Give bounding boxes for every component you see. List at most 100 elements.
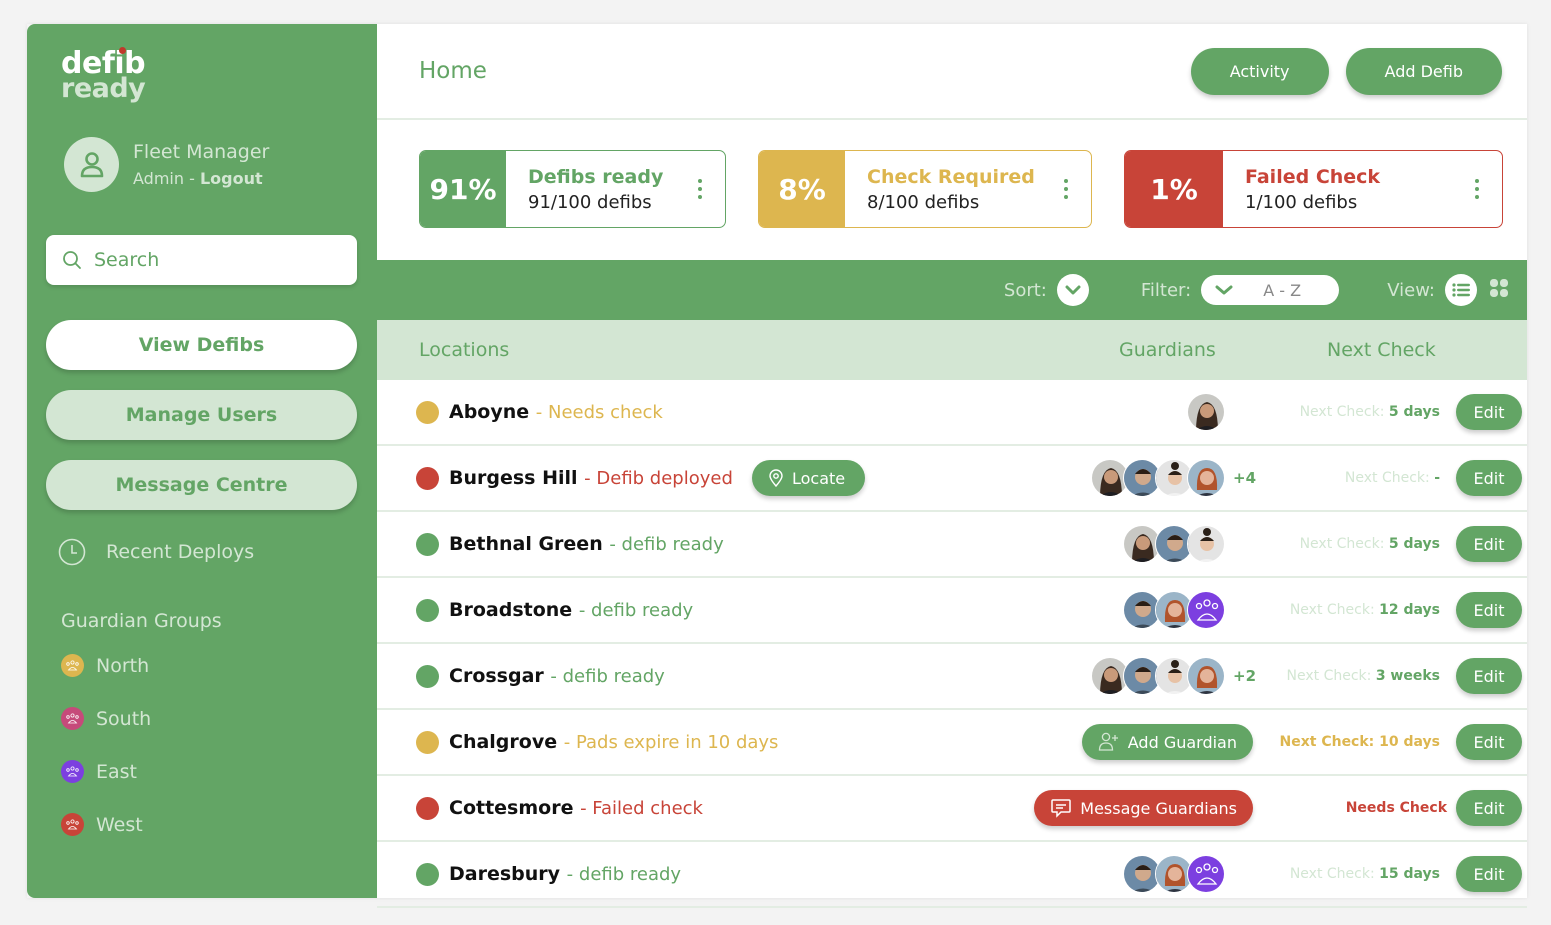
group-north[interactable]: North <box>61 654 149 677</box>
guardian-group-avatar[interactable] <box>1187 855 1225 893</box>
group-east[interactable]: East <box>61 760 137 783</box>
status-dot <box>416 796 439 820</box>
search-input[interactable] <box>94 249 334 271</box>
column-header-guardians[interactable]: Guardians <box>1119 339 1216 361</box>
main-content: Home Activity Add Defib 91% Defibs ready… <box>377 24 1527 908</box>
stat-percent: 1% <box>1125 151 1223 227</box>
guardian-avatars[interactable]: +4 <box>1091 459 1256 497</box>
table-row[interactable]: Bethnal Green - defib ready Next Check: 5… <box>377 512 1527 578</box>
guardian-avatars[interactable] <box>1123 525 1255 563</box>
location-label: Burgess Hill <box>449 467 578 489</box>
group-west[interactable]: West <box>61 813 143 836</box>
logout-link[interactable]: Logout <box>200 169 263 188</box>
search-icon <box>63 251 81 269</box>
table-row[interactable]: Broadstone - defib ready Next Check: 12 d… <box>377 578 1527 644</box>
avatar <box>64 137 119 192</box>
stat-card-check-required: 8% Check Required 8/100 defibs <box>758 150 1092 228</box>
message-centre-button[interactable]: Message Centre <box>46 460 357 510</box>
view-defibs-button[interactable]: View Defibs <box>46 320 357 370</box>
location-name[interactable]: Bethnal Green - defib ready <box>449 533 724 555</box>
location-name[interactable]: Crossgar - defib ready <box>449 665 665 687</box>
location-name[interactable]: Chalgrove - Pads expire in 10 days <box>449 731 778 753</box>
message-guardians-button[interactable]: Message Guardians <box>1034 790 1253 826</box>
location-name[interactable]: Burgess Hill - Defib deployed <box>449 467 733 489</box>
column-header-next-check[interactable]: Next Check <box>1327 339 1436 361</box>
next-check-label: Next Check: <box>1286 668 1376 684</box>
stat-label: Check Required <box>867 165 1035 188</box>
more-menu-button[interactable] <box>1452 151 1502 227</box>
group-label: East <box>96 760 137 783</box>
next-check: Needs Check <box>1345 800 1447 816</box>
edit-button[interactable]: Edit <box>1456 592 1522 628</box>
edit-button[interactable]: Edit <box>1456 790 1522 826</box>
stat-label: Defibs ready <box>528 165 664 188</box>
location-name[interactable]: Aboyne - Needs check <box>449 401 663 423</box>
next-check-value: 5 days <box>1388 404 1440 420</box>
message-guardians-label: Message Guardians <box>1080 798 1237 818</box>
next-check-value: 3 weeks <box>1375 668 1440 684</box>
recent-deploys-link[interactable]: Recent Deploys <box>58 538 254 566</box>
search-box[interactable] <box>46 235 357 285</box>
edit-button[interactable]: Edit <box>1456 856 1522 892</box>
next-check: Next Check: 10 days <box>1279 734 1440 750</box>
status-dot <box>416 730 439 754</box>
add-user-icon <box>1098 732 1118 751</box>
location-name[interactable]: Daresbury - defib ready <box>449 863 681 885</box>
group-south[interactable]: South <box>61 707 151 730</box>
location-label: Aboyne <box>449 401 530 423</box>
next-check: Next Check: 5 days <box>1300 536 1440 552</box>
guardian-avatar[interactable] <box>1187 657 1225 695</box>
user-role: Admin <box>133 169 184 188</box>
more-menu-button[interactable] <box>1041 151 1091 227</box>
table-row[interactable]: Chalgrove - Pads expire in 10 days Add Gu… <box>377 710 1527 776</box>
guardian-avatars[interactable]: +2 <box>1091 657 1256 695</box>
add-defib-button[interactable]: Add Defib <box>1345 47 1502 95</box>
more-menu-button[interactable] <box>675 151 725 227</box>
stat-card-failed: 1% Failed Check 1/100 defibs <box>1124 150 1503 228</box>
guardian-group-avatar[interactable] <box>1187 591 1225 629</box>
table-row[interactable]: Cottesmore - Failed check Message Guardia… <box>377 776 1527 842</box>
view-label: View: <box>1387 279 1435 301</box>
guardian-avatar[interactable] <box>1187 459 1225 497</box>
sort-dropdown[interactable] <box>1056 274 1089 306</box>
manage-users-button[interactable]: Manage Users <box>46 390 357 440</box>
next-check: Next Check: - <box>1345 470 1440 486</box>
edit-button[interactable]: Edit <box>1456 394 1522 430</box>
edit-button[interactable]: Edit <box>1456 460 1522 496</box>
edit-button[interactable]: Edit <box>1456 658 1522 694</box>
table-row[interactable]: Crossgar - defib ready +2 Next Check: 3 we… <box>377 644 1527 710</box>
stats-row: 91% Defibs ready 91/100 defibs 8% Check R… <box>377 120 1527 260</box>
group-icon <box>61 654 84 677</box>
guardian-avatar[interactable] <box>1187 525 1225 563</box>
add-guardian-button[interactable]: Add Guardian <box>1081 724 1253 760</box>
filter-dropdown[interactable]: A - Z <box>1201 275 1340 305</box>
location-name[interactable]: Broadstone - defib ready <box>449 599 693 621</box>
locate-button[interactable]: Locate <box>752 460 866 496</box>
table-row[interactable]: Burgess Hill - Defib deployed Locate +4 Nex… <box>377 446 1527 512</box>
guardian-avatar[interactable] <box>1187 393 1225 431</box>
guardian-avatars[interactable] <box>1123 591 1255 629</box>
location-name[interactable]: Cottesmore - Failed check <box>449 797 703 819</box>
role-separator: - <box>184 169 200 188</box>
table-row[interactable]: Daresbury - defib ready Next Check: 15 da… <box>377 842 1527 908</box>
recent-deploys-label: Recent Deploys <box>106 541 255 563</box>
location-label: Daresbury <box>449 863 561 885</box>
group-icon <box>61 707 84 730</box>
edit-button[interactable]: Edit <box>1456 724 1522 760</box>
table-row[interactable]: Aboyne - Needs check Next Check: 5 days Ed… <box>377 380 1527 446</box>
stat-count: 91/100 defibs <box>528 191 652 213</box>
logo-line1: defib <box>61 46 146 81</box>
location-status: - Pads expire in 10 days <box>563 732 779 753</box>
sort-label: Sort: <box>1003 279 1047 301</box>
group-icon <box>61 760 84 783</box>
guardian-avatars[interactable] <box>1123 855 1255 893</box>
location-status: - defib ready <box>609 534 724 555</box>
next-check: Next Check: 15 days <box>1290 866 1440 882</box>
column-header-locations[interactable]: Locations <box>419 339 509 361</box>
list-view-button[interactable] <box>1445 274 1477 306</box>
activity-button[interactable]: Activity <box>1190 47 1329 95</box>
grid-view-button[interactable] <box>1489 278 1509 303</box>
location-label: Bethnal Green <box>449 533 603 555</box>
edit-button[interactable]: Edit <box>1456 526 1522 562</box>
guardian-avatars[interactable] <box>1187 393 1255 431</box>
